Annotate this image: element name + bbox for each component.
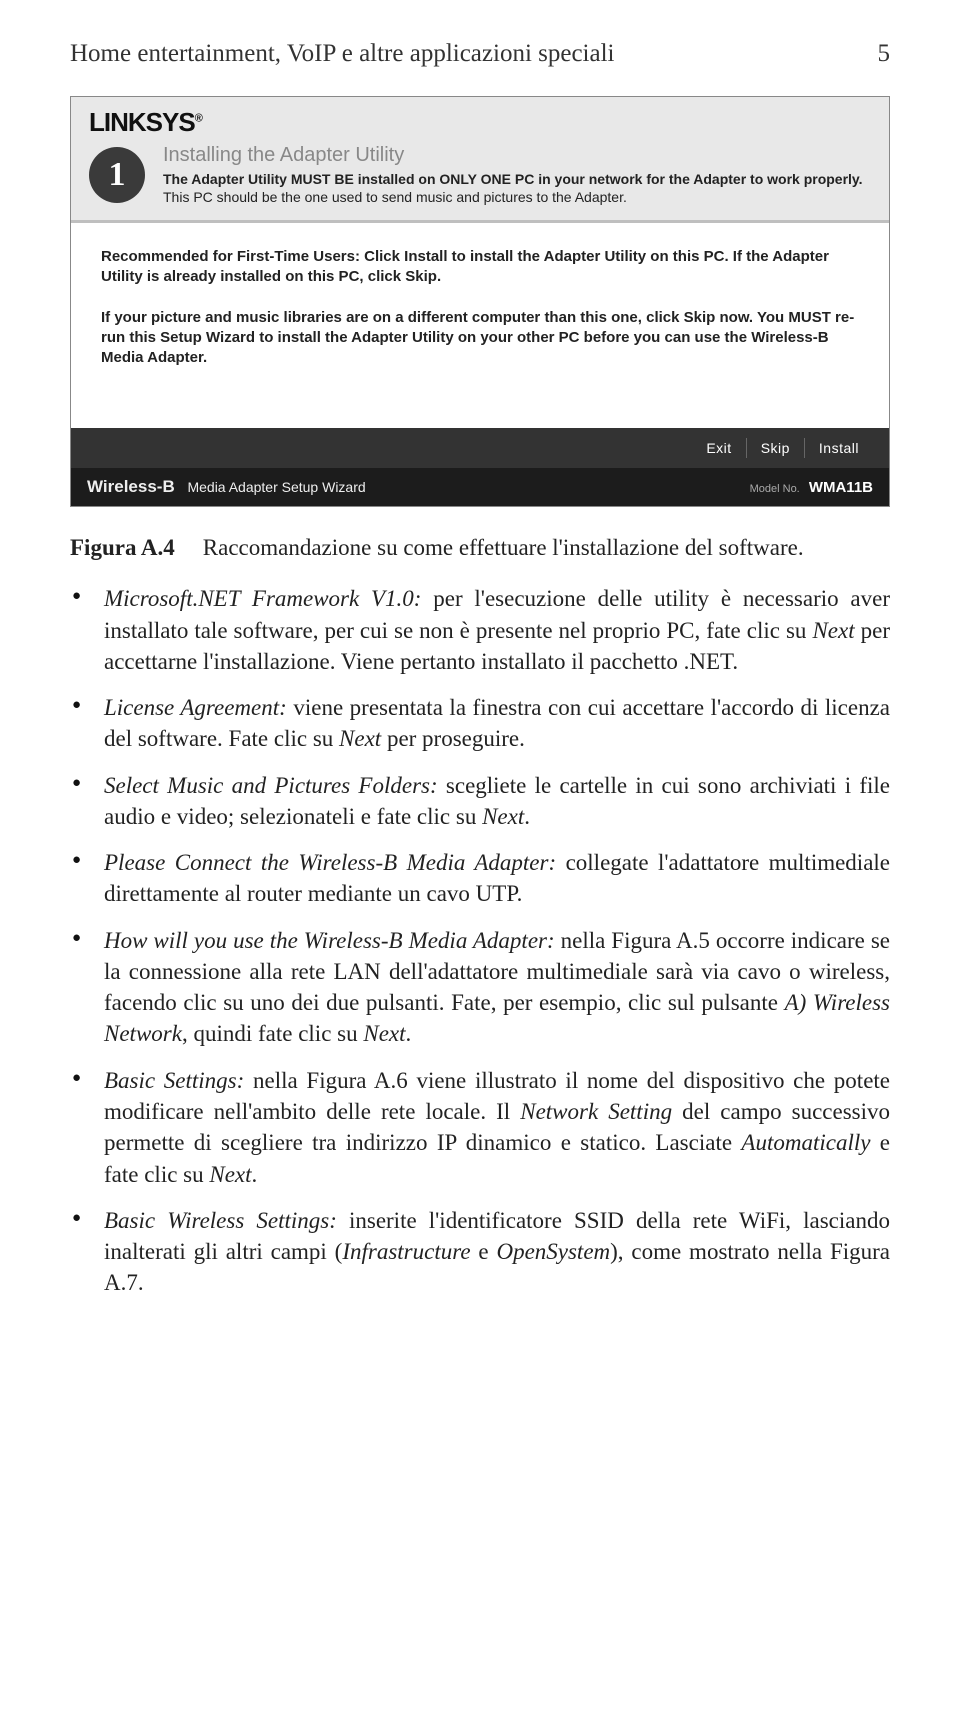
install-button[interactable]: Install: [804, 438, 873, 458]
text-run: Next: [209, 1162, 251, 1187]
body2a: If your picture and music libraries are …: [101, 309, 684, 326]
logo-reg: ®: [195, 112, 202, 124]
bottombar-product: Wireless-B Media Adapter Setup Wizard: [87, 477, 366, 497]
installer-window: LINKSYS® 1 Installing the Adapter Utilit…: [71, 97, 889, 506]
bb-model-label: Model No.: [750, 483, 800, 495]
body1e: .: [437, 268, 441, 285]
text-run: Select Music and Pictures Folders:: [104, 773, 438, 798]
installer-bottombar: Wireless-B Media Adapter Setup Wizard Mo…: [71, 468, 889, 506]
exit-button[interactable]: Exit: [692, 438, 745, 458]
body1b: Install: [404, 248, 447, 265]
text-run: .: [406, 1021, 412, 1046]
text-run: Microsoft.NET Framework V1.0:: [104, 586, 421, 611]
list-item: Basic Wireless Settings: inserite l'iden…: [70, 1205, 890, 1299]
text-run: , quindi fate clic su: [182, 1021, 363, 1046]
installer-logo-row: LINKSYS®: [71, 97, 889, 144]
text-run: per proseguire.: [381, 726, 525, 751]
installer-body: Recommended for First-Time Users: Click …: [71, 223, 889, 428]
installer-screenshot: LINKSYS® 1 Installing the Adapter Utilit…: [70, 96, 890, 507]
text-run: Next: [339, 726, 381, 751]
text-run: .: [252, 1162, 258, 1187]
installer-body-para-1: Recommended for First-Time Users: Click …: [101, 247, 859, 288]
text-run: Next: [812, 618, 854, 643]
step-text-block: Installing the Adapter Utility The Adapt…: [163, 144, 871, 206]
text-run: License Agreement:: [104, 695, 287, 720]
installer-step-row: 1 Installing the Adapter Utility The Ada…: [71, 144, 889, 220]
text-run: Basic Settings:: [104, 1068, 244, 1093]
bb-model-value: WMA11B: [809, 479, 873, 496]
list-item: Microsoft.NET Framework V1.0: per l'esec…: [70, 583, 890, 677]
page-number: 5: [878, 40, 891, 68]
linksys-logo: LINKSYS®: [89, 107, 202, 137]
step-desc-bold: The Adapter Utility MUST BE installed on…: [163, 171, 863, 187]
bottombar-model: Model No. WMA11B: [750, 479, 873, 496]
logo-text: LINKSYS: [89, 107, 195, 137]
text-run: Please Connect the Wireless-B Media Adap…: [104, 850, 556, 875]
step-title: Installing the Adapter Utility: [163, 144, 871, 167]
list-item: Please Connect the Wireless-B Media Adap…: [70, 847, 890, 910]
step-description: The Adapter Utility MUST BE installed on…: [163, 171, 871, 206]
page-header: Home entertainment, VoIP e altre applica…: [70, 40, 890, 68]
text-run: How will you use the Wireless-B Media Ad…: [104, 928, 555, 953]
installer-top: LINKSYS® 1 Installing the Adapter Utilit…: [71, 97, 889, 223]
list-item: Basic Settings: nella Figura A.6 viene i…: [70, 1065, 890, 1190]
figure-caption-text: Raccomandazione su come effettuare l'ins…: [203, 535, 804, 561]
text-run: Network Setting: [520, 1099, 672, 1124]
text-run: Infrastructure: [342, 1239, 470, 1264]
body1a: Recommended for First-Time Users: Click: [101, 248, 404, 265]
figure-caption: Figura A.4 Raccomandazione su come effet…: [70, 535, 890, 561]
list-item: How will you use the Wireless-B Media Ad…: [70, 925, 890, 1050]
step-badge: 1: [89, 147, 145, 203]
list-item: License Agreement: viene presentata la f…: [70, 692, 890, 755]
bullet-list: Microsoft.NET Framework V1.0: per l'esec…: [70, 583, 890, 1298]
figure-label: Figura A.4: [70, 535, 175, 561]
text-run: Automatically: [741, 1130, 870, 1155]
body2b: Skip: [684, 309, 716, 326]
installer-footer: Exit Skip Install: [71, 428, 889, 468]
text-run: Basic Wireless Settings:: [104, 1208, 337, 1233]
step-desc-normal: This PC should be the one used to send m…: [163, 189, 627, 205]
text-run: Next: [363, 1021, 405, 1046]
text-run: e: [471, 1239, 497, 1264]
bb-product-text: Wireless-B: [87, 477, 175, 496]
text-run: .: [524, 804, 530, 829]
header-title: Home entertainment, VoIP e altre applica…: [70, 40, 615, 68]
list-item: Select Music and Pictures Folders: scegl…: [70, 770, 890, 833]
bb-sub-text: Media Adapter Setup Wizard: [187, 479, 365, 495]
body1d: Skip: [405, 268, 437, 285]
text-run: Next: [482, 804, 524, 829]
installer-body-para-2: If your picture and music libraries are …: [101, 308, 859, 369]
skip-button[interactable]: Skip: [746, 438, 804, 458]
text-run: OpenSystem: [496, 1239, 610, 1264]
step-number: 1: [109, 156, 126, 194]
